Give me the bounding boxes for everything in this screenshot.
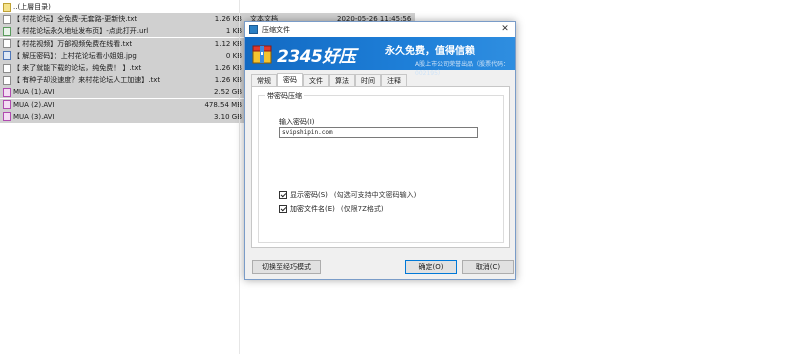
switch-mode-button[interactable]: 切换至经巧模式 <box>252 260 321 274</box>
encrypt-names-hint: (仅限7Z格式) <box>340 205 384 213</box>
show-password-row[interactable]: 显示密码(S) (勾选可支持中文密码输入) <box>279 190 416 200</box>
file-name: 【 来了就能下载的论坛，纯免费！ 】.txt <box>13 64 142 72</box>
file-size: 3.10 GB <box>213 112 242 121</box>
text-file-icon <box>3 14 11 24</box>
text-file-icon <box>3 75 11 85</box>
encrypt-names-label: 加密文件名(E) <box>290 205 335 213</box>
file-name: 【 村花论坛】全免费-无套路-更新快.txt <box>13 15 138 24</box>
text-file-icon <box>3 39 11 49</box>
video-file-icon <box>3 87 11 97</box>
file-name: ..(上層目录) <box>13 3 51 11</box>
file-row[interactable]: ..(上層目录) <box>0 1 415 13</box>
screen: ..(上層目录) 【 村花论坛】全免费-无套路-更新快.txt 1.26 KB 文本文… <box>0 0 800 354</box>
file-name: 【 解压密码】：上村花论坛看小姐姐.jpg <box>13 51 137 60</box>
tab-bar: 常规 密码 文件 算法 时间 注释 <box>251 73 407 87</box>
password-label: 输入密码(I) <box>279 118 315 126</box>
archive-logo-icon <box>252 45 272 64</box>
file-size: 1.12 KB <box>214 39 242 48</box>
brand-banner: 2345好压 永久免费，值得信赖 A股上市公司荣誉出品（股票代码：002195） <box>245 37 515 77</box>
file-name: MUA (1).AVI <box>13 88 55 97</box>
password-input[interactable]: svipshipin.com <box>279 127 478 138</box>
text-file-icon <box>3 63 11 73</box>
encrypt-names-row[interactable]: 加密文件名(E) (仅限7Z格式) <box>279 204 384 214</box>
tab-password[interactable]: 密码 <box>277 73 303 87</box>
file-name: 【 有种子却没速度？来村花论坛人工加速】.txt <box>13 76 161 85</box>
close-button[interactable]: ✕ <box>495 22 515 37</box>
video-file-icon <box>3 112 11 122</box>
file-name: 【 村花论坛永久地址发布页】-点此打开.url <box>13 27 149 36</box>
file-size: 1.26 KB <box>214 76 242 85</box>
banner-subtitle: A股上市公司荣誉出品（股票代码：002195） <box>415 61 510 77</box>
group-title: 带密码压缩 <box>265 91 304 101</box>
file-name: MUA (3).AVI <box>13 112 55 121</box>
file-size: 478.54 MB <box>204 100 242 109</box>
file-size: 1.26 KB <box>214 64 242 72</box>
file-size: 2.52 GB <box>213 88 242 97</box>
ok-button[interactable]: 确定(O) <box>405 260 457 274</box>
show-password-hint: (勾选可支持中文密码输入) <box>333 191 417 199</box>
dialog-title: 压缩文件 <box>262 26 290 34</box>
show-password-label: 显示密码(S) <box>290 191 328 199</box>
file-size: 0 KB <box>225 51 242 60</box>
file-name: 【 村花视频】万部视频免费在线看.txt <box>13 39 133 48</box>
dialog-titlebar[interactable]: 压缩文件 ✕ <box>245 22 515 37</box>
up-icon <box>3 2 11 12</box>
video-file-icon <box>3 100 11 110</box>
cancel-button[interactable]: 取消(C) <box>462 260 514 274</box>
brand-name: 2345好压 <box>277 47 356 67</box>
url-file-icon <box>3 26 11 36</box>
column-divider <box>239 0 240 354</box>
file-size: 1.26 KB <box>214 15 242 24</box>
show-password-checkbox[interactable] <box>279 191 287 199</box>
app-icon <box>249 25 258 34</box>
file-name: MUA (2).AVI <box>13 100 55 109</box>
tab-panel: 带密码压缩 输入密码(I) svipshipin.com 显示密码(S) (勾选… <box>251 86 510 248</box>
encrypt-names-checkbox[interactable] <box>279 205 287 213</box>
banner-slogan: 永久免费，值得信赖 <box>385 46 475 57</box>
compress-dialog: 压缩文件 ✕ 2345好压 永久免费，值得信赖 A股上市公司荣誉出品（股票代码：… <box>244 21 516 280</box>
image-file-icon <box>3 51 11 61</box>
file-list: ..(上層目录) 【 村花论坛】全免费-无套路-更新快.txt 1.26 KB 文本文… <box>0 0 415 354</box>
file-size: 1 KB <box>225 27 242 36</box>
